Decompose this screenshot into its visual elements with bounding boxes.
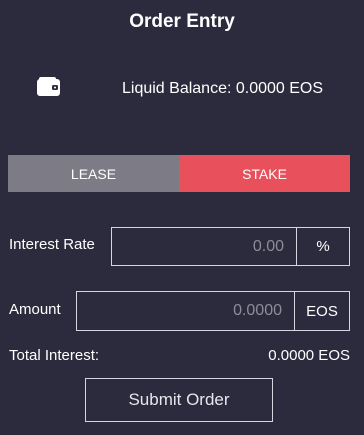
- submit-order-button[interactable]: Submit Order: [85, 378, 273, 422]
- interest-rate-field: %: [111, 227, 350, 266]
- amount-unit: EOS: [294, 292, 349, 330]
- tab-lease[interactable]: LEASE: [8, 155, 179, 192]
- amount-field: EOS: [76, 291, 350, 331]
- amount-label: Amount: [9, 301, 61, 318]
- order-type-tabs: LEASE STAKE: [8, 155, 350, 192]
- page-title: Order Entry: [129, 11, 235, 32]
- interest-rate-unit: %: [296, 228, 349, 265]
- amount-input[interactable]: [77, 292, 294, 330]
- tab-stake[interactable]: STAKE: [179, 155, 350, 192]
- wallet-icon: [36, 76, 62, 98]
- total-interest-label: Total Interest:: [9, 347, 100, 364]
- liquid-balance: Liquid Balance: 0.0000 EOS: [122, 80, 324, 97]
- total-interest-value: 0.0000 EOS: [268, 347, 350, 364]
- interest-rate-label: Interest Rate: [9, 236, 95, 253]
- interest-rate-input[interactable]: [112, 228, 296, 265]
